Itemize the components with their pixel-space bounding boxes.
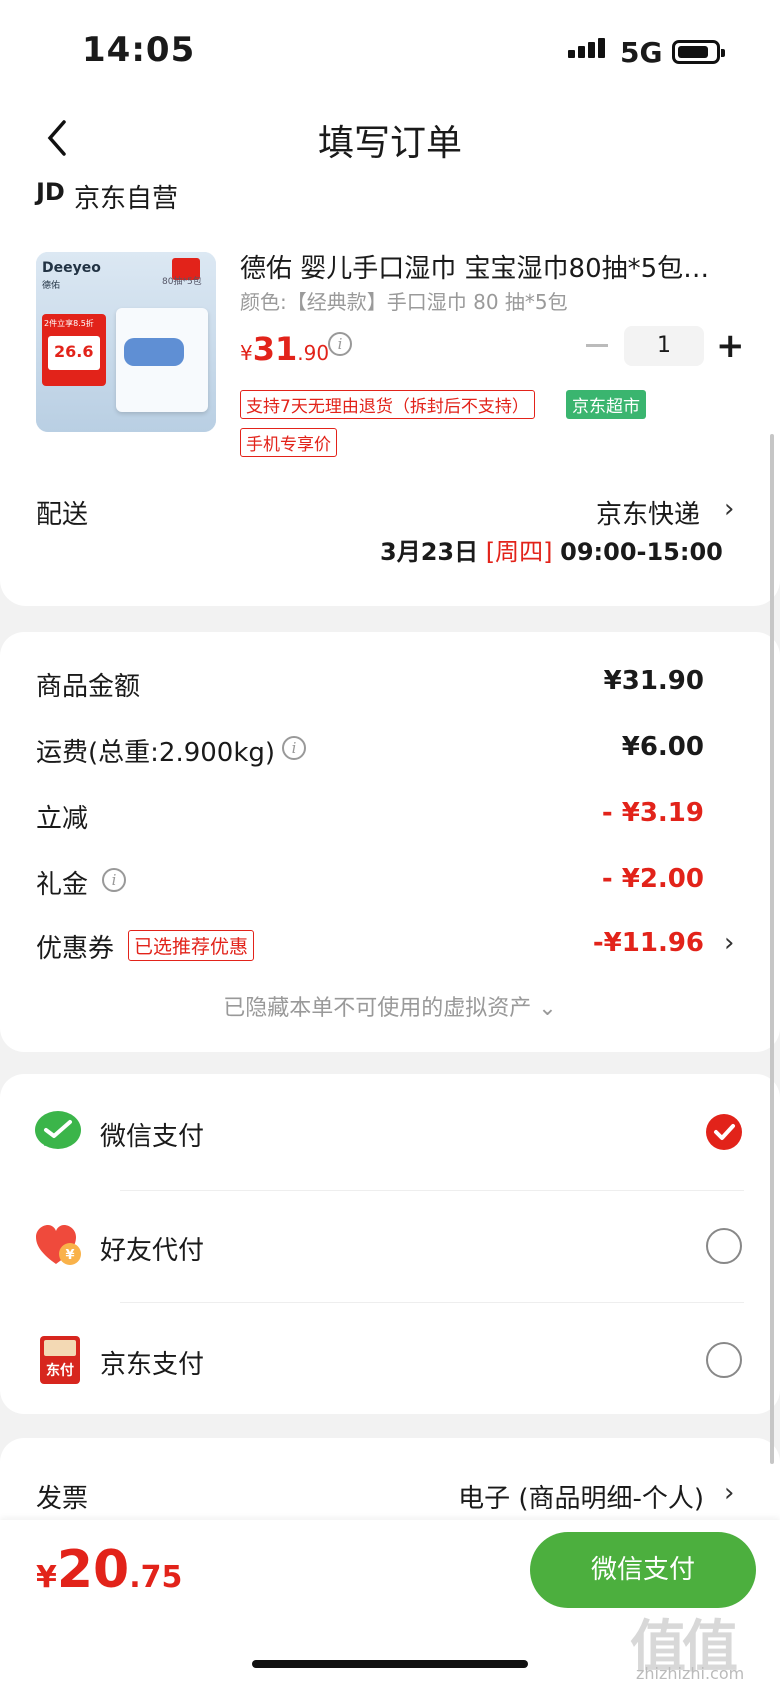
product-spec[interactable]: 颜色:【经典款】手口湿巾 80 抽*5包 bbox=[240, 286, 568, 315]
delivery-label: 配送 bbox=[36, 500, 89, 530]
friend-pay-icon: ¥ bbox=[36, 1225, 81, 1265]
product-thumbnail[interactable]: Deeyeo 德佑 2件立享8.5折 26.6 80抽*5包 bbox=[36, 252, 216, 432]
jd-logo: JD bbox=[36, 178, 65, 206]
divider bbox=[120, 1302, 744, 1303]
jd-pay-icon-text: 东付 bbox=[46, 1363, 74, 1379]
coupon-label: 优惠券 bbox=[36, 934, 115, 964]
discount-label: 立减 bbox=[36, 804, 89, 834]
quantity-increase-button[interactable]: + bbox=[716, 328, 745, 364]
goods-amount-value: ¥31.90 bbox=[603, 666, 704, 696]
total-price: ¥20.75 bbox=[36, 1540, 182, 1600]
scrollbar[interactable] bbox=[770, 434, 774, 1464]
battery-icon bbox=[672, 40, 725, 64]
thumb-promo: 2件立享8.5折 bbox=[44, 319, 94, 328]
quantity-decrease-button[interactable] bbox=[586, 344, 608, 347]
info-icon[interactable]: i bbox=[328, 332, 352, 356]
divider bbox=[120, 1190, 744, 1191]
svg-text:¥: ¥ bbox=[65, 1248, 74, 1263]
jd-supermarket-tag: 京东超市 bbox=[566, 390, 646, 419]
chevron-right-icon[interactable]: › bbox=[724, 1478, 734, 1508]
payment-label-jdpay: 京东支付 bbox=[100, 1350, 205, 1380]
total-dec: .75 bbox=[129, 1560, 183, 1595]
chevron-right-icon[interactable]: › bbox=[724, 494, 734, 524]
delivery-date: 3月23日 bbox=[380, 538, 479, 566]
radio-unselected[interactable] bbox=[706, 1342, 742, 1378]
home-indicator[interactable] bbox=[252, 1660, 528, 1668]
delivery-weekday: [周四] bbox=[485, 538, 553, 566]
status-time: 14:05 bbox=[82, 30, 196, 70]
hidden-assets-toggle[interactable]: 已隐藏本单不可使用的虚拟资产 ⌄ bbox=[0, 990, 780, 1022]
signal-icon bbox=[568, 38, 608, 58]
gift-value: - ¥2.00 bbox=[601, 864, 704, 894]
radio-selected[interactable] bbox=[706, 1114, 742, 1150]
network-label: 5G bbox=[620, 36, 663, 69]
delivery-window: 09:00-15:00 bbox=[560, 538, 723, 566]
delivery-carrier[interactable]: 京东快递 bbox=[560, 494, 700, 531]
shipping-value: ¥6.00 bbox=[621, 732, 704, 762]
product-title[interactable]: 德佑 婴儿手口湿巾 宝宝湿巾80抽*5包… bbox=[240, 248, 740, 285]
wechat-icon bbox=[35, 1111, 81, 1149]
mobile-price-tag: 手机专享价 bbox=[240, 428, 337, 457]
total-symbol: ¥ bbox=[36, 1560, 57, 1595]
price-symbol: ¥ bbox=[240, 341, 253, 365]
thumb-brand-sub: 德佑 bbox=[42, 281, 61, 291]
watermark-url: zhizhizhi.com bbox=[636, 1664, 745, 1683]
jd-pay-icon: 东付 bbox=[40, 1336, 80, 1384]
check-icon bbox=[714, 1124, 735, 1140]
payment-label-wechat: 微信支付 bbox=[100, 1122, 205, 1152]
chevron-right-icon[interactable]: › bbox=[724, 928, 734, 958]
discount-value: - ¥3.19 bbox=[601, 798, 704, 828]
total-int: 20 bbox=[56, 1540, 130, 1600]
info-icon[interactable]: i bbox=[282, 736, 306, 760]
payment-label-friend: 好友代付 bbox=[100, 1236, 205, 1266]
gift-label: 礼金 bbox=[36, 870, 89, 900]
radio-unselected[interactable] bbox=[706, 1228, 742, 1264]
thumb-pack: 80抽*5包 bbox=[162, 277, 202, 287]
page-title: 填写订单 bbox=[317, 123, 462, 164]
invoice-value[interactable]: 电子 (商品明细-个人) bbox=[400, 1478, 704, 1515]
coupon-tag: 已选推荐优惠 bbox=[128, 930, 255, 961]
invoice-label: 发票 bbox=[36, 1484, 89, 1514]
price-int: 31 bbox=[252, 330, 298, 368]
return-policy-tag: 支持7天无理由退货（拆封后不支持） bbox=[240, 390, 535, 419]
thumb-brand: Deeyeo bbox=[42, 260, 101, 276]
goods-amount-label: 商品金额 bbox=[36, 672, 141, 702]
delivery-time[interactable]: 3月23日 [周四] 09:00-15:00 bbox=[380, 532, 723, 567]
pay-button[interactable]: 微信支付 bbox=[530, 1532, 756, 1608]
product-price: ¥31.90 bbox=[240, 330, 329, 368]
thumb-price: 26.6 bbox=[54, 342, 94, 361]
price-dec: .90 bbox=[297, 341, 330, 365]
shipping-label: 运费(总重:2.900kg) bbox=[36, 738, 276, 768]
shop-name: 京东自营 bbox=[74, 184, 179, 214]
coupon-value[interactable]: -¥11.96 bbox=[500, 928, 704, 958]
quantity-value[interactable]: 1 bbox=[624, 326, 704, 366]
info-icon[interactable]: i bbox=[102, 868, 126, 892]
